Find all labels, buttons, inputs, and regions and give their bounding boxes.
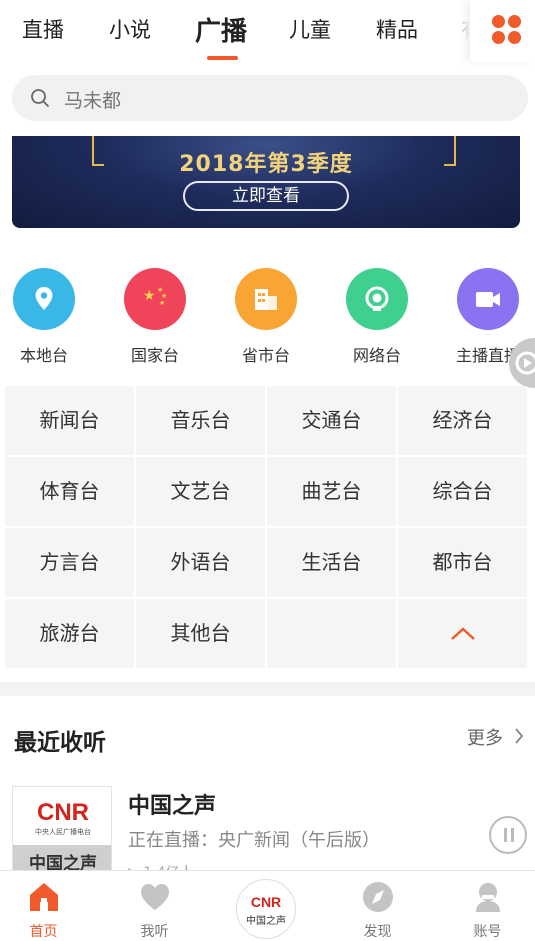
svg-text:★: ★ (143, 288, 156, 304)
search-icon (31, 89, 49, 107)
station-lifestyle[interactable]: 生活台 (267, 528, 396, 597)
tab-broadcast[interactable]: 广播 (195, 11, 247, 48)
station-type-grid: 新闻台 音乐台 交通台 经济台 体育台 文艺台 曲艺台 综合台 方言台 外语台 … (5, 386, 527, 668)
building-icon (235, 268, 297, 330)
promo-banner[interactable]: 2018年第3季度 立即查看 (12, 136, 520, 228)
empty-cell (267, 599, 396, 668)
category-label: 省市台 (241, 346, 290, 365)
nav-my-listening[interactable]: 我听 (101, 871, 208, 941)
flag-stars-icon: ★ ★ ★ ★ (124, 268, 186, 330)
station-dialect[interactable]: 方言台 (5, 528, 134, 597)
center-logo-text: CNR (250, 894, 282, 910)
cnr-logo-subtitle: 中央人民广播电台 (35, 828, 91, 836)
channel-grid-button[interactable] (470, 0, 535, 62)
station-urban[interactable]: 都市台 (398, 528, 527, 597)
banner-title: 2018年第3季度 (179, 152, 353, 177)
station-cover[interactable]: CNR 中央人民广播电台 中国之声 (12, 786, 112, 876)
station-foreign-language[interactable]: 外语台 (136, 528, 265, 597)
tab-fade (440, 0, 470, 62)
svg-text:★: ★ (159, 299, 165, 307)
tab-novel[interactable]: 小说 (109, 14, 151, 44)
nav-discover[interactable]: 发现 (324, 871, 431, 941)
play-record-icon (515, 351, 535, 375)
home-icon (30, 883, 58, 911)
nav-now-playing[interactable]: CNR 中国之声 (213, 871, 320, 941)
top-tab-bar: 直播 小说 广播 儿童 精品 有 (0, 0, 535, 62)
station-economy[interactable]: 经济台 (398, 386, 527, 455)
collapse-grid-button[interactable] (398, 599, 527, 668)
recent-section-title: 最近收听 (14, 730, 106, 756)
bottom-nav: 首页 我听 CNR 中国之声 发现 账号 (0, 870, 535, 941)
station-other[interactable]: 其他台 (136, 599, 265, 668)
category-label: 网络台 (352, 346, 401, 365)
section-divider (0, 682, 535, 696)
station-news[interactable]: 新闻台 (5, 386, 134, 455)
tab-children[interactable]: 儿童 (289, 14, 331, 44)
nav-label: 发现 (363, 924, 392, 940)
station-travel[interactable]: 旅游台 (5, 599, 134, 668)
chevron-up-icon (450, 627, 475, 640)
nav-account[interactable]: 账号 (434, 871, 535, 941)
active-tab-indicator (207, 56, 238, 60)
category-label: 国家台 (130, 346, 179, 365)
banner-view-button[interactable]: 立即查看 (183, 181, 349, 211)
nav-label: 我听 (140, 924, 169, 940)
pause-icon (504, 828, 507, 842)
category-label: 本地台 (19, 346, 68, 365)
search-placeholder: 马未都 (64, 90, 122, 112)
heart-icon (141, 884, 169, 910)
station-sports[interactable]: 体育台 (5, 457, 134, 526)
category-national[interactable]: ★ ★ ★ ★ 国家台 (105, 268, 205, 368)
tab-premium[interactable]: 精品 (376, 14, 418, 44)
station-arts[interactable]: 文艺台 (136, 457, 265, 526)
recent-item-title[interactable]: 中国之声 (128, 788, 216, 820)
chevron-right-icon[interactable] (514, 728, 524, 744)
cnr-logo-icon: CNR 中国之声 (236, 879, 296, 939)
compass-icon (363, 882, 393, 912)
nav-label: 首页 (29, 924, 58, 940)
center-logo-subtitle: 中国之声 (246, 916, 286, 927)
nav-home[interactable]: 首页 (0, 871, 97, 941)
category-local[interactable]: 本地台 (0, 268, 94, 368)
search-bar[interactable]: 马未都 (12, 75, 528, 121)
location-icon (13, 268, 75, 330)
globe-icon (346, 268, 408, 330)
tab-live[interactable]: 直播 (22, 14, 64, 44)
nav-label: 账号 (473, 924, 502, 940)
pause-button[interactable] (489, 816, 527, 854)
cnr-logo: CNR (37, 799, 89, 826)
category-provincial[interactable]: 省市台 (216, 268, 316, 368)
station-traffic[interactable]: 交通台 (267, 386, 396, 455)
recent-more-link[interactable]: 更多 (467, 724, 503, 750)
station-folk-arts[interactable]: 曲艺台 (267, 457, 396, 526)
station-music[interactable]: 音乐台 (136, 386, 265, 455)
pause-icon (511, 828, 514, 842)
category-network[interactable]: 网络台 (327, 268, 427, 368)
recent-item-status: 正在直播：央广新闻（午后版） (128, 830, 380, 851)
station-general[interactable]: 综合台 (398, 457, 527, 526)
user-icon (476, 883, 500, 912)
video-camera-icon (457, 268, 519, 330)
